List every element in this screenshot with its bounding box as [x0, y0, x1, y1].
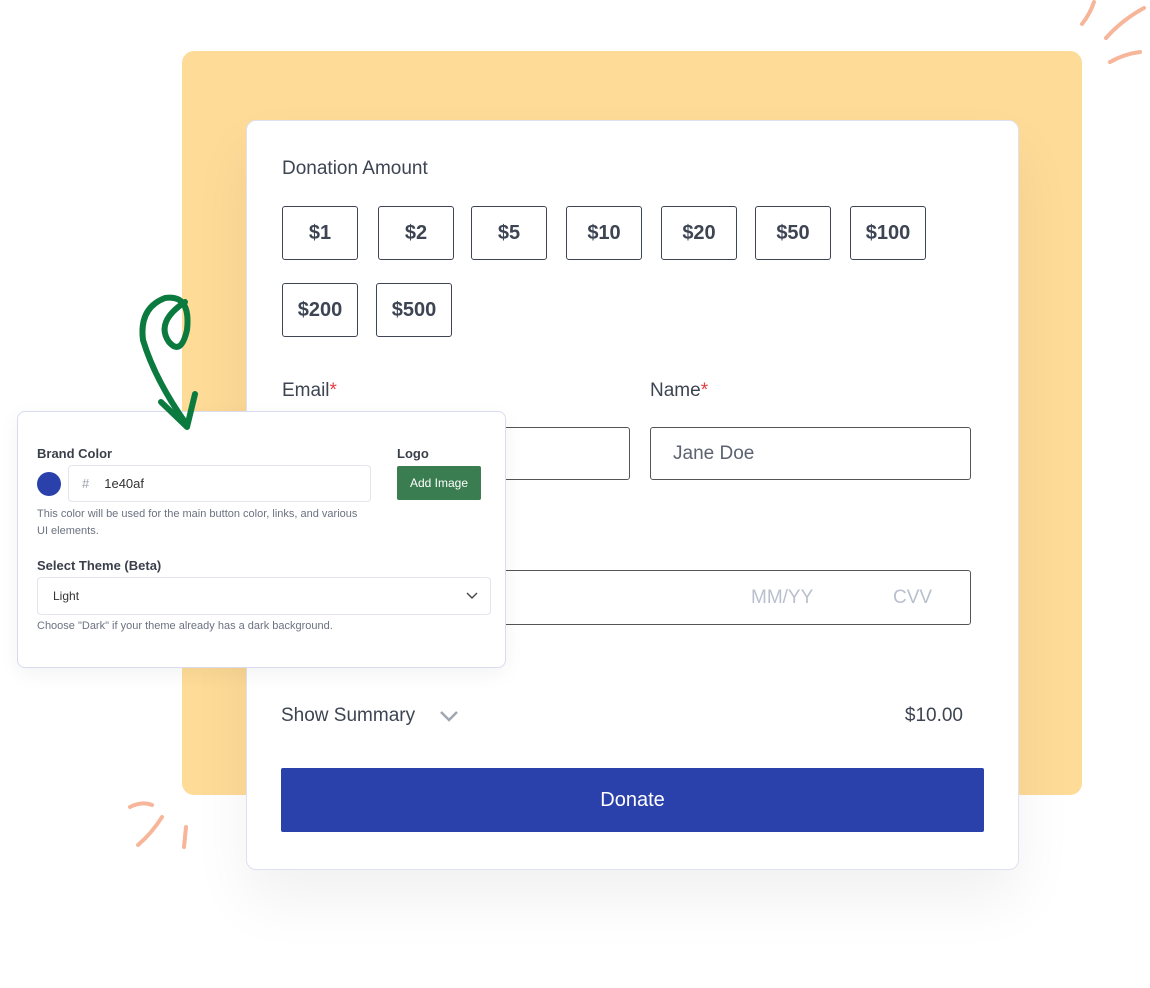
email-label: Email*	[282, 380, 337, 402]
chevron-down-icon	[466, 592, 478, 599]
theme-value: Light	[53, 589, 80, 603]
email-label-text: Email	[282, 380, 330, 401]
required-mark: *	[329, 380, 337, 401]
brand-color-swatch[interactable]	[37, 472, 61, 496]
name-label-text: Name	[650, 380, 701, 401]
theme-label: Select Theme (Beta)	[37, 558, 162, 573]
amount-button-100[interactable]: $100	[850, 206, 926, 260]
logo-label: Logo	[397, 446, 429, 461]
expiry-placeholder[interactable]: MM/YY	[751, 587, 813, 609]
doodle-strokes-top-icon	[1080, 0, 1146, 64]
theme-select[interactable]: Light	[37, 577, 491, 615]
amount-button-200[interactable]: $200	[282, 283, 358, 337]
amount-button-2[interactable]: $2	[378, 206, 454, 260]
name-input[interactable]: Jane Doe	[650, 427, 971, 480]
hand-drawn-arrow-icon	[139, 294, 198, 430]
brand-color-value: 1e40af	[104, 476, 144, 491]
show-summary-label: Show Summary	[281, 705, 416, 726]
summary-total: $10.00	[904, 705, 963, 726]
doodle-strokes-bottom-icon	[128, 801, 188, 849]
amount-button-500[interactable]: $500	[376, 283, 452, 337]
name-input-value: Jane Doe	[673, 442, 755, 464]
cvv-placeholder[interactable]: CVV	[893, 587, 932, 609]
amount-button-1[interactable]: $1	[282, 206, 358, 260]
hash-prefix: #	[82, 476, 90, 491]
brand-color-help: This color will be used for the main but…	[37, 508, 358, 537]
required-mark: *	[700, 380, 709, 401]
brand-settings-panel: Brand Color # 1e40af This color will be …	[17, 411, 506, 668]
donation-amount-title: Donation Amount	[282, 158, 428, 179]
add-image-button[interactable]: Add Image	[397, 466, 481, 500]
amount-button-10[interactable]: $10	[566, 206, 642, 260]
theme-help: Choose "Dark" if your theme already has …	[37, 620, 333, 632]
name-label: Name*	[650, 380, 708, 402]
amount-button-50[interactable]: $50	[755, 206, 831, 260]
brand-color-input[interactable]: # 1e40af	[68, 465, 371, 502]
donate-button[interactable]: Donate	[281, 768, 984, 832]
brand-color-label: Brand Color	[37, 446, 113, 461]
amount-button-5[interactable]: $5	[471, 206, 547, 260]
amount-button-20[interactable]: $20	[661, 206, 737, 260]
chevron-down-icon	[440, 711, 458, 722]
show-summary-toggle[interactable]: Show Summary	[281, 705, 459, 727]
